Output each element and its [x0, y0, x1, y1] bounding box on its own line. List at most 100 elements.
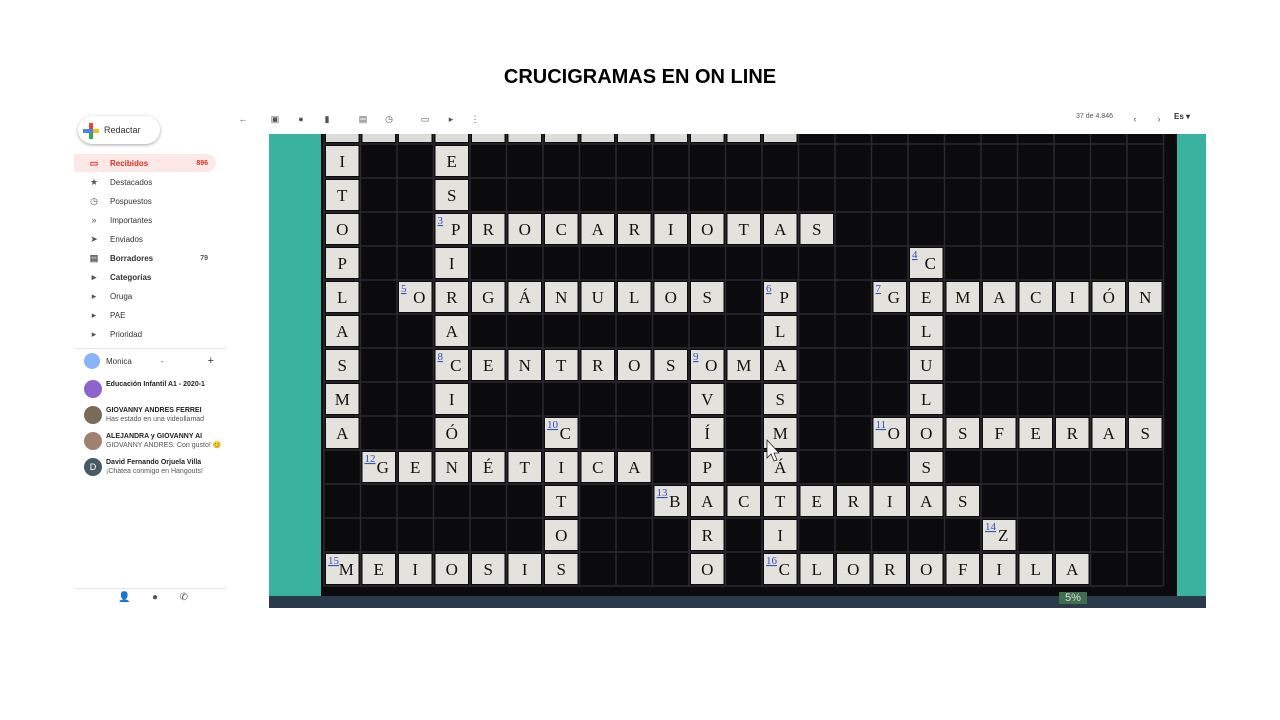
crossword-cell[interactable]: M	[326, 384, 359, 414]
crossword-cell[interactable]: I	[654, 214, 688, 244]
language-selector[interactable]: Es ▾	[1174, 112, 1190, 121]
crossword-cell[interactable]: O	[691, 214, 724, 244]
crossword-cell[interactable]: Í	[691, 418, 724, 448]
crossword-cell[interactable]: E	[472, 350, 505, 380]
phone-icon[interactable]: ✆	[180, 592, 188, 603]
crossword-cell[interactable]: L	[326, 282, 359, 312]
mark-icon[interactable]: ▤	[356, 112, 370, 126]
crossword-cell[interactable]: P3	[435, 214, 469, 244]
crossword-cell[interactable]: A	[1092, 418, 1126, 448]
nav-item-pae[interactable]: ▸ PAE	[74, 306, 216, 324]
crossword-cell[interactable]: N	[1129, 282, 1162, 312]
nav-item-pospuestos[interactable]: ◷ Pospuestos	[74, 192, 216, 210]
crossword-cell[interactable]: T	[727, 214, 761, 244]
prev-icon[interactable]: ‹	[1128, 112, 1142, 126]
crossword-cell[interactable]: S	[545, 554, 578, 584]
crossword-cell[interactable]: R	[435, 282, 469, 312]
nav-item-categorías[interactable]: ▸ Categorías	[74, 268, 216, 286]
move-icon[interactable]: ▭	[418, 112, 432, 126]
crossword-cell[interactable]: C10	[545, 418, 578, 448]
crossword-cell[interactable]: U	[581, 282, 615, 312]
add-chat-button[interactable]: +	[208, 355, 214, 367]
crossword-cell[interactable]: P	[326, 248, 359, 278]
more-icon[interactable]: ⋮	[468, 112, 482, 126]
crossword-cell[interactable]: C8	[435, 350, 469, 380]
crossword-cell[interactable]: G7	[873, 282, 907, 312]
crossword-cell[interactable]: A	[691, 486, 724, 516]
crossword-cell[interactable]: O	[435, 554, 469, 584]
crossword-cell[interactable]: O5	[399, 282, 432, 312]
crossword-cell[interactable]: S	[764, 384, 797, 414]
crossword-cell[interactable]: M	[727, 350, 761, 380]
crossword-cell[interactable]: V	[691, 384, 724, 414]
crossword-cell[interactable]: E	[800, 486, 834, 516]
crossword-cell[interactable]: I	[873, 486, 907, 516]
crossword-cell[interactable]: S	[472, 554, 505, 584]
crossword-cell[interactable]: N	[435, 452, 469, 482]
crossword-cell[interactable]: S	[1129, 418, 1162, 448]
crossword-cell[interactable]: O9	[691, 350, 724, 380]
archive-icon[interactable]: ▣	[268, 112, 282, 126]
crossword-cell[interactable]: S	[435, 180, 469, 210]
crossword-cell[interactable]: C	[727, 486, 761, 516]
crossword-cell[interactable]: S	[800, 214, 834, 244]
crossword-cell[interactable]: P	[691, 452, 724, 482]
crossword-cell[interactable]: T	[326, 180, 359, 210]
crossword-cell[interactable]: O	[910, 418, 943, 448]
crossword-cell[interactable]: R	[691, 520, 724, 550]
crossword-cell[interactable]: Ó	[1092, 282, 1126, 312]
crossword-cell[interactable]: E	[399, 452, 432, 482]
chat-item[interactable]: GIOVANNY ANDRES FERREI Has estado en una …	[84, 406, 224, 428]
crossword-cell[interactable]: G12	[362, 452, 396, 482]
crossword-cell[interactable]: S	[910, 452, 943, 482]
crossword-cell[interactable]: C	[581, 452, 615, 482]
nav-item-destacados[interactable]: ★ Destacados	[74, 173, 216, 191]
crossword-cell[interactable]: Z14	[983, 520, 1016, 550]
crossword-cell[interactable]: L	[800, 554, 834, 584]
crossword-cell[interactable]: A	[435, 316, 469, 346]
hangouts-icon[interactable]: ●	[152, 592, 158, 603]
chat-item[interactable]: ALEJANDRA y GIOVANNY AI GIOVANNY ANDRES: …	[84, 432, 224, 454]
crossword-cell[interactable]: A	[326, 418, 359, 448]
crossword-cell[interactable]: S	[691, 282, 724, 312]
crossword-cell[interactable]: É	[472, 452, 505, 482]
crossword-cell[interactable]: N	[545, 282, 578, 312]
crossword-cell[interactable]: R	[618, 214, 651, 244]
crossword-cell[interactable]: I	[1056, 282, 1089, 312]
crossword-cell[interactable]: A	[618, 452, 651, 482]
crossword-cell[interactable]: O	[910, 554, 943, 584]
crossword-cell[interactable]: F	[946, 554, 980, 584]
crossword-cell[interactable]: I	[435, 248, 469, 278]
crossword-cell[interactable]: O	[691, 554, 724, 584]
crossword-cell[interactable]: I	[545, 452, 578, 482]
crossword-cell[interactable]: I	[399, 554, 432, 584]
crossword-cell[interactable]: R	[873, 554, 907, 584]
nav-item-prioridad[interactable]: ▸ Prioridad	[74, 325, 216, 343]
crossword-cell[interactable]: S	[946, 418, 980, 448]
crossword-cell[interactable]: R	[581, 350, 615, 380]
label-icon[interactable]: ▸	[444, 112, 458, 126]
next-icon[interactable]: ›	[1152, 112, 1166, 126]
back-icon[interactable]: ←	[236, 112, 250, 126]
crossword-cell[interactable]: T	[508, 452, 542, 482]
crossword-cell[interactable]: C	[1019, 282, 1053, 312]
crossword-cell[interactable]: O	[508, 214, 542, 244]
crossword-cell[interactable]: R	[837, 486, 870, 516]
crossword-cell[interactable]: E	[435, 146, 469, 176]
crossword-cell[interactable]: S	[946, 486, 980, 516]
crossword-cell[interactable]: T	[545, 486, 578, 516]
crossword-cell[interactable]: P6	[764, 282, 797, 312]
crossword-cell[interactable]: G	[472, 282, 505, 312]
crossword-cell[interactable]: T	[764, 486, 797, 516]
nav-item-recibidos[interactable]: ▭ Recibidos 896	[74, 154, 216, 172]
nav-item-importantes[interactable]: » Importantes	[74, 211, 216, 229]
crossword-cell[interactable]: C4	[910, 248, 943, 278]
crossword-cell[interactable]: E	[362, 554, 396, 584]
crossword-cell[interactable]: T	[545, 350, 578, 380]
crossword-cell[interactable]: I	[508, 554, 542, 584]
crossword-cell[interactable]: A	[764, 350, 797, 380]
crossword-cell[interactable]: E	[910, 282, 943, 312]
crossword-cell[interactable]: A	[581, 214, 615, 244]
crossword-cell[interactable]: L	[910, 316, 943, 346]
crossword-cell[interactable]: U	[910, 350, 943, 380]
